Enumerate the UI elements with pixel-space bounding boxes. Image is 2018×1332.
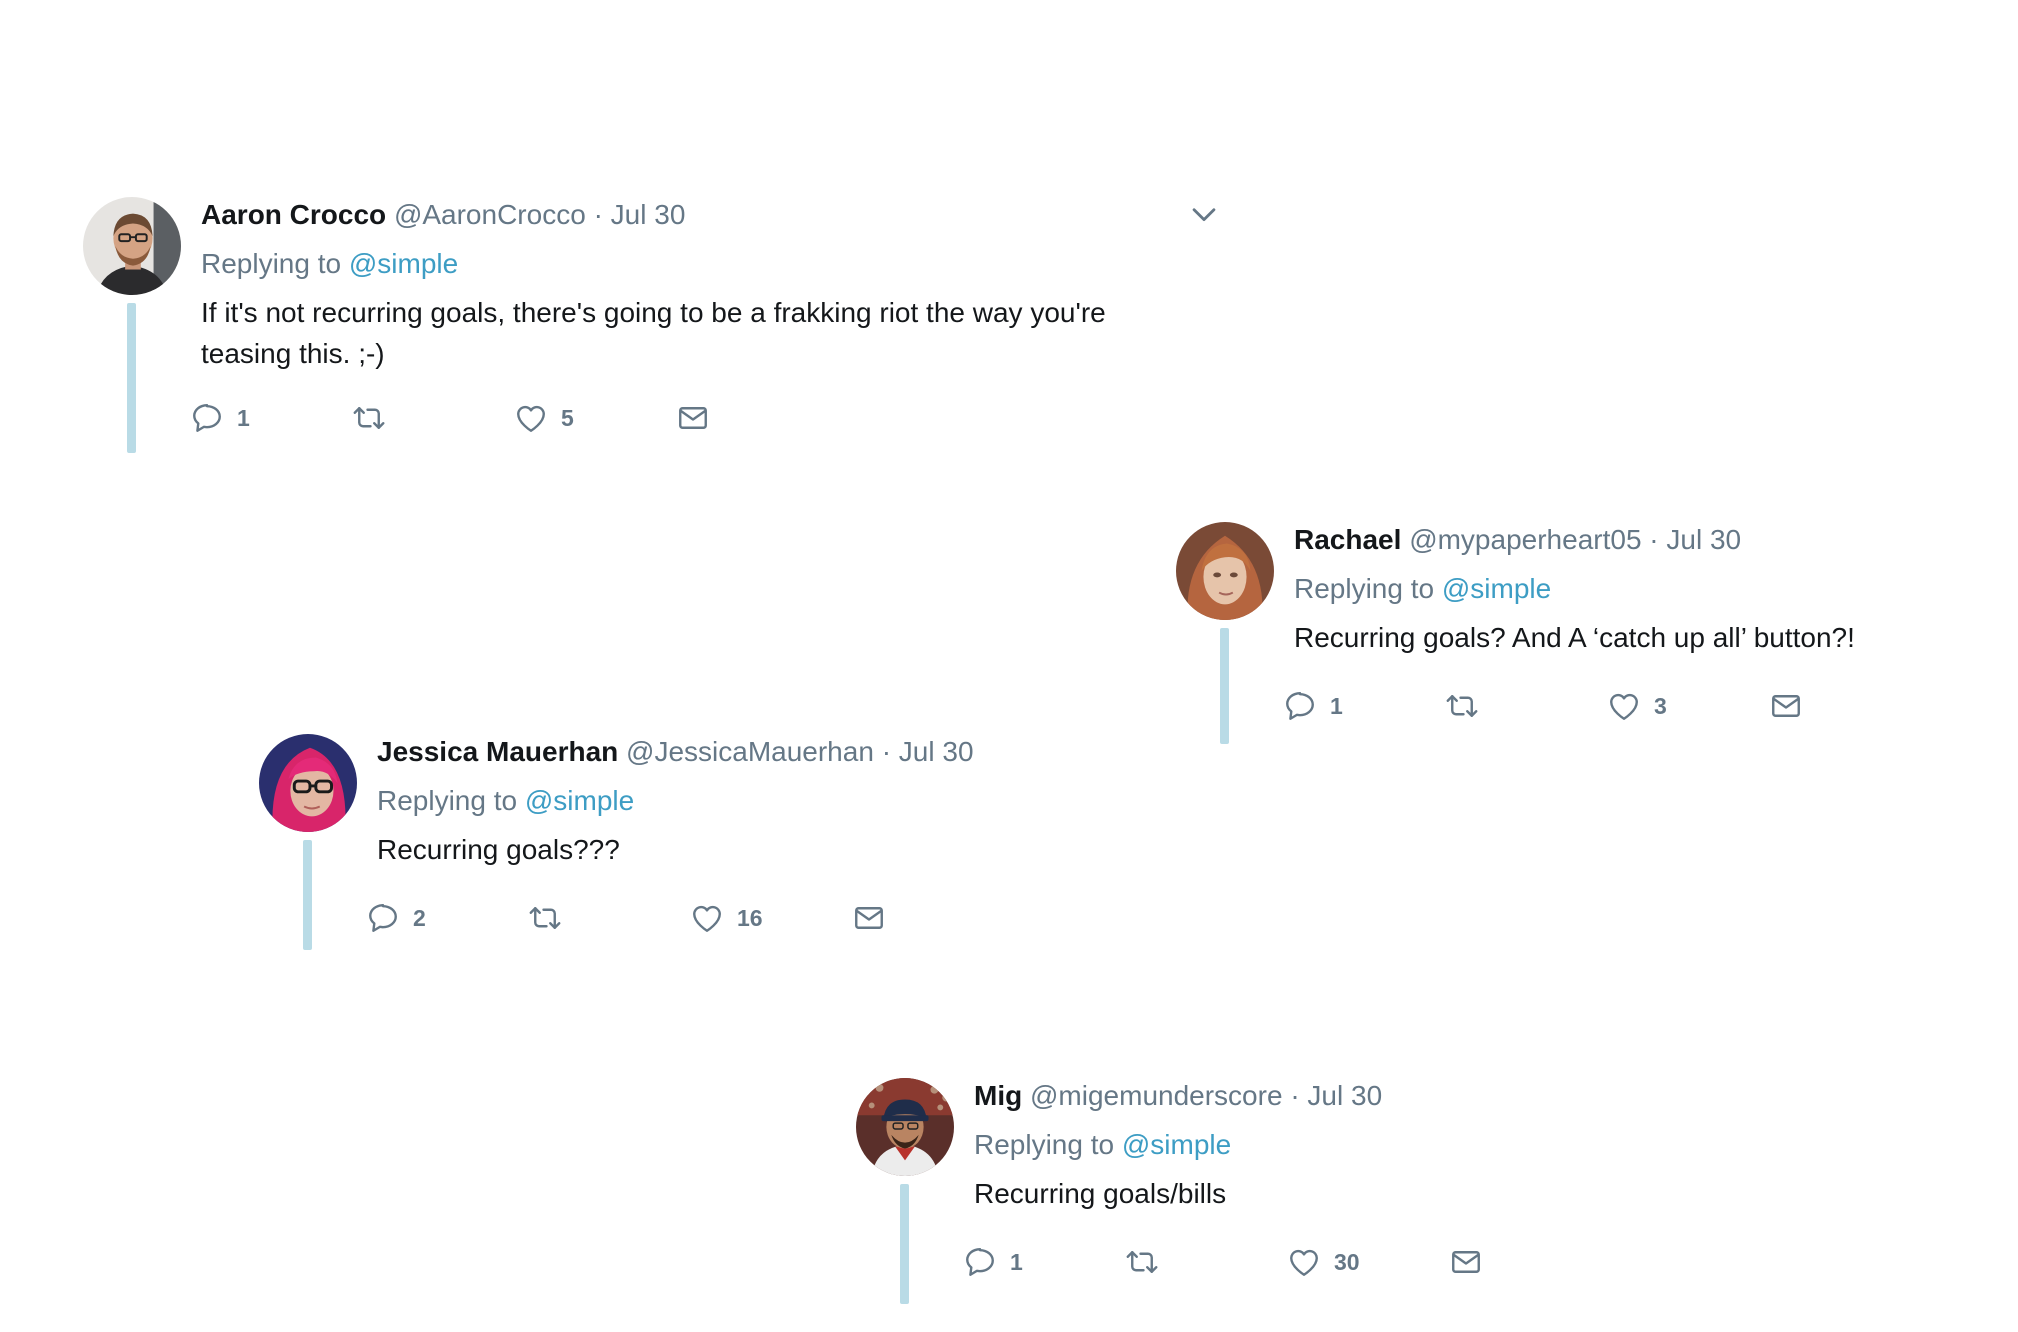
tweet-header: Aaron Crocco @AaronCrocco · Jul 30	[201, 197, 1221, 233]
tweet-date[interactable]: Jul 30	[899, 736, 974, 767]
reply-handle-link[interactable]: @simple	[525, 785, 634, 816]
more-options-button[interactable]	[1187, 197, 1221, 231]
reply-icon	[1282, 688, 1318, 724]
like-count: 16	[737, 904, 763, 931]
tweet-date[interactable]: Jul 30	[1666, 524, 1741, 555]
thread-line	[127, 303, 136, 453]
like-button[interactable]: 30	[1286, 1242, 1360, 1282]
replying-to: Replying to @simple	[1294, 571, 1994, 607]
user-handle[interactable]: @JessicaMauerhan	[626, 736, 874, 767]
tweet-date[interactable]: Jul 30	[611, 199, 686, 230]
reply-count: 2	[413, 904, 426, 931]
thread-line	[1220, 628, 1229, 744]
tweet-date[interactable]: Jul 30	[1307, 1080, 1382, 1111]
reply-handle-link[interactable]: @simple	[1122, 1129, 1231, 1160]
reply-icon	[365, 900, 401, 936]
retweet-icon	[1444, 688, 1480, 724]
avatar-photo-jessica	[259, 734, 357, 832]
reply-count: 1	[237, 404, 250, 431]
user-name[interactable]: Jessica Mauerhan	[377, 736, 618, 767]
reply-button[interactable]: 1	[962, 1242, 1023, 1282]
user-name[interactable]: Aaron Crocco	[201, 199, 386, 230]
envelope-icon	[851, 900, 887, 936]
avatar[interactable]	[83, 197, 181, 295]
retweet-icon	[527, 900, 563, 936]
replying-to-label: Replying to	[1294, 573, 1435, 604]
thread-line	[303, 840, 312, 950]
separator-dot: ·	[1649, 524, 1659, 555]
tweet-header: Mig @migemunderscore · Jul 30	[974, 1078, 1654, 1114]
retweet-icon	[1124, 1244, 1160, 1280]
reply-count: 1	[1330, 692, 1343, 719]
avatar-photo-mig	[856, 1078, 954, 1176]
avatar-photo-rachael	[1176, 522, 1274, 620]
like-count: 30	[1334, 1248, 1360, 1275]
separator-dot: ·	[1290, 1080, 1300, 1111]
like-count: 3	[1654, 692, 1667, 719]
tweet-actions: 1 30	[966, 1242, 1654, 1282]
envelope-icon	[1448, 1244, 1484, 1280]
reply-count: 1	[1010, 1248, 1023, 1275]
tweet-text: Recurring goals???	[377, 834, 620, 865]
like-button[interactable]: 3	[1606, 686, 1667, 726]
heart-icon	[513, 400, 549, 436]
like-button[interactable]: 5	[513, 398, 574, 438]
replying-to-label: Replying to	[377, 785, 518, 816]
retweet-icon	[351, 400, 387, 436]
tweet-content: Rachael @mypaperheart05 · Jul 30 Replyin…	[1286, 522, 1994, 726]
user-handle[interactable]: @mypaperheart05	[1409, 524, 1641, 555]
user-handle[interactable]: @migemunderscore	[1030, 1080, 1283, 1111]
like-button[interactable]: 16	[689, 898, 763, 938]
separator-dot: ·	[593, 199, 603, 230]
replying-to-label: Replying to	[201, 248, 342, 279]
envelope-icon	[675, 400, 711, 436]
heart-icon	[1286, 1244, 1322, 1280]
reply-button[interactable]: 1	[1282, 686, 1343, 726]
user-name[interactable]: Rachael	[1294, 524, 1401, 555]
retweet-button[interactable]	[351, 398, 387, 438]
avatar[interactable]	[259, 734, 357, 832]
reply-button[interactable]: 1	[189, 398, 250, 438]
tweet-header: Rachael @mypaperheart05 · Jul 30	[1294, 522, 1994, 558]
tweet-content: Aaron Crocco @AaronCrocco · Jul 30 Reply…	[193, 197, 1221, 438]
avatar[interactable]	[856, 1078, 954, 1176]
tweet-text: Recurring goals/bills	[974, 1178, 1227, 1209]
tweet-actions: 1 3	[1286, 686, 1994, 726]
reply-icon	[189, 400, 225, 436]
replying-to: Replying to @simple	[201, 246, 1221, 282]
reply-icon	[962, 1244, 998, 1280]
tweet-actions: 1 5	[193, 398, 1221, 438]
envelope-icon	[1768, 688, 1804, 724]
tweet-actions: 2 16	[369, 898, 1057, 938]
reply-button[interactable]: 2	[365, 898, 426, 938]
direct-message-button[interactable]	[1768, 686, 1804, 726]
heart-icon	[1606, 688, 1642, 724]
direct-message-button[interactable]	[851, 898, 887, 938]
direct-message-button[interactable]	[675, 398, 711, 438]
separator-dot: ·	[881, 736, 892, 767]
replying-to: Replying to @simple	[974, 1127, 1654, 1163]
avatar[interactable]	[1176, 522, 1274, 620]
tweet-content: Jessica Mauerhan @JessicaMauerhan · Jul …	[369, 734, 1057, 938]
user-name[interactable]: Mig	[974, 1080, 1022, 1111]
reply-handle-link[interactable]: @simple	[349, 248, 458, 279]
reply-handle-link[interactable]: @simple	[1442, 573, 1551, 604]
retweet-button[interactable]	[1444, 686, 1480, 726]
user-handle[interactable]: @AaronCrocco	[394, 199, 586, 230]
tweet-text: Recurring goals? And A ‘catch up all’ bu…	[1294, 622, 1855, 653]
tweet-header: Jessica Mauerhan @JessicaMauerhan · Jul …	[377, 734, 1057, 770]
retweet-button[interactable]	[1124, 1242, 1160, 1282]
like-count: 5	[561, 404, 574, 431]
tweet-text: If it's not recurring goals, there's goi…	[201, 297, 1106, 369]
replying-to-label: Replying to	[974, 1129, 1115, 1160]
retweet-button[interactable]	[527, 898, 563, 938]
direct-message-button[interactable]	[1448, 1242, 1484, 1282]
replying-to: Replying to @simple	[377, 783, 1057, 819]
tweet-content: Mig @migemunderscore · Jul 30 Replying t…	[966, 1078, 1654, 1282]
avatar-photo-aaron	[83, 197, 181, 295]
chevron-down-icon	[1187, 197, 1221, 231]
heart-icon	[689, 900, 725, 936]
thread-line	[900, 1184, 909, 1304]
